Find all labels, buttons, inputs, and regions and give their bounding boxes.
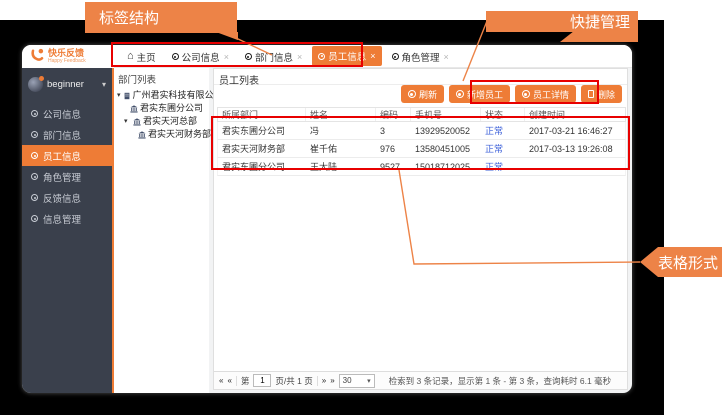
caret-down-icon[interactable] <box>124 115 131 128</box>
sidebar-item-label: 公司信息 <box>43 107 81 121</box>
tree-node-label: 君实天河总部 <box>143 115 197 128</box>
sidebar-item-label: 员工信息 <box>43 149 81 163</box>
tab-role-management[interactable]: 角色管理 × <box>386 48 455 65</box>
record-dot-icon <box>31 194 38 201</box>
tree-node-dongpu-branch[interactable]: 君实东圃分公司 <box>116 102 207 115</box>
sidebar-item-message-management[interactable]: 信息管理 <box>22 208 112 229</box>
close-icon[interactable]: × <box>370 51 375 61</box>
record-dot-icon <box>31 173 38 180</box>
sidebar-menu: 公司信息 部门信息 员工信息 角色管理 反馈信息 <box>22 103 112 229</box>
record-dot-icon <box>31 215 38 222</box>
sidebar-item-department-info[interactable]: 部门信息 <box>22 124 112 145</box>
page-number-input[interactable] <box>253 374 271 387</box>
sidebar-item-label: 角色管理 <box>43 170 81 184</box>
avatar <box>28 77 43 92</box>
caret-down-icon[interactable] <box>117 89 121 102</box>
chevron-down-icon <box>367 376 371 385</box>
bank-icon <box>133 118 141 126</box>
tree-node-label: 广州君实科技有限公司 <box>133 89 223 102</box>
sidebar-item-feedback-info[interactable]: 反馈信息 <box>22 187 112 208</box>
callout-quick-manage: 快捷管理 <box>486 11 638 32</box>
highlight-box-table <box>211 116 630 170</box>
pager-summary: 检索到 3 条记录，显示第 1 条 - 第 3 条，查询耗时 6.1 毫秒 <box>389 375 611 387</box>
username: beginner <box>47 79 84 90</box>
building-icon <box>123 92 131 100</box>
page-size-select[interactable]: 30 <box>339 374 375 388</box>
app-logo: 快乐反馈 Happy Feedback <box>22 45 114 68</box>
tree-title: 部门列表 <box>116 71 207 89</box>
sidebar: beginner 公司信息 部门信息 员工信息 角色管理 <box>22 68 114 393</box>
refresh-icon <box>408 90 416 98</box>
logo-title: 快乐反馈 <box>48 49 86 58</box>
chevron-down-icon <box>102 80 106 89</box>
tree-node-tianhe-hq[interactable]: 君实天河总部 <box>116 115 207 128</box>
screenshot-stage: 快乐反馈 Happy Feedback 主页 公司信息 × 部门信息 × <box>0 0 722 415</box>
user-dropdown[interactable]: beginner <box>22 72 112 96</box>
sidebar-item-company-info[interactable]: 公司信息 <box>22 103 112 124</box>
tab-label: 角色管理 <box>402 50 440 64</box>
logo-subtitle: Happy Feedback <box>48 59 86 64</box>
panel-title: 员工列表 <box>219 72 259 87</box>
pagination-bar: 第 页/共 1 页 30 检索到 3 条记录，显示第 1 条 - 第 3 条，查… <box>214 371 627 389</box>
record-dot-icon <box>31 131 38 138</box>
sidebar-item-label: 部门信息 <box>43 128 81 142</box>
highlight-box-tabs <box>111 42 363 67</box>
record-dot-icon <box>392 53 399 60</box>
sidebar-item-employee-info[interactable]: 员工信息 <box>22 145 112 166</box>
record-dot-icon <box>31 110 38 117</box>
tree-node-label: 君实天河财务部 <box>148 128 211 141</box>
sidebar-item-label: 信息管理 <box>43 212 81 226</box>
department-tree-panel: 部门列表 广州君实科技有限公司 君实东圃分公司 君实天河总部 君实天河财务部 <box>114 68 209 393</box>
highlight-box-toolbar <box>470 80 599 104</box>
tree-node-root-company[interactable]: 广州君实科技有限公司 <box>116 89 207 102</box>
first-page-icon[interactable] <box>219 377 223 385</box>
phone-logo-icon <box>30 47 45 67</box>
refresh-button[interactable]: 刷新 <box>401 85 444 103</box>
bank-icon <box>130 105 138 113</box>
record-dot-icon <box>31 152 38 159</box>
prev-page-icon[interactable] <box>227 377 231 385</box>
next-page-icon[interactable] <box>322 377 326 385</box>
page-label-prefix: 第 <box>241 375 250 387</box>
page-label-suffix: 页/共 1 页 <box>275 375 312 387</box>
callout-tab-structure: 标签结构 <box>85 2 237 33</box>
sidebar-item-role-management[interactable]: 角色管理 <box>22 166 112 187</box>
bank-icon <box>138 131 146 139</box>
close-icon[interactable]: × <box>444 52 449 62</box>
add-icon <box>456 90 464 98</box>
last-page-icon[interactable] <box>330 377 334 385</box>
tree-node-label: 君实东圃分公司 <box>140 102 203 115</box>
sidebar-item-label: 反馈信息 <box>43 191 81 205</box>
tree-node-tianhe-finance[interactable]: 君实天河财务部 <box>116 128 207 141</box>
